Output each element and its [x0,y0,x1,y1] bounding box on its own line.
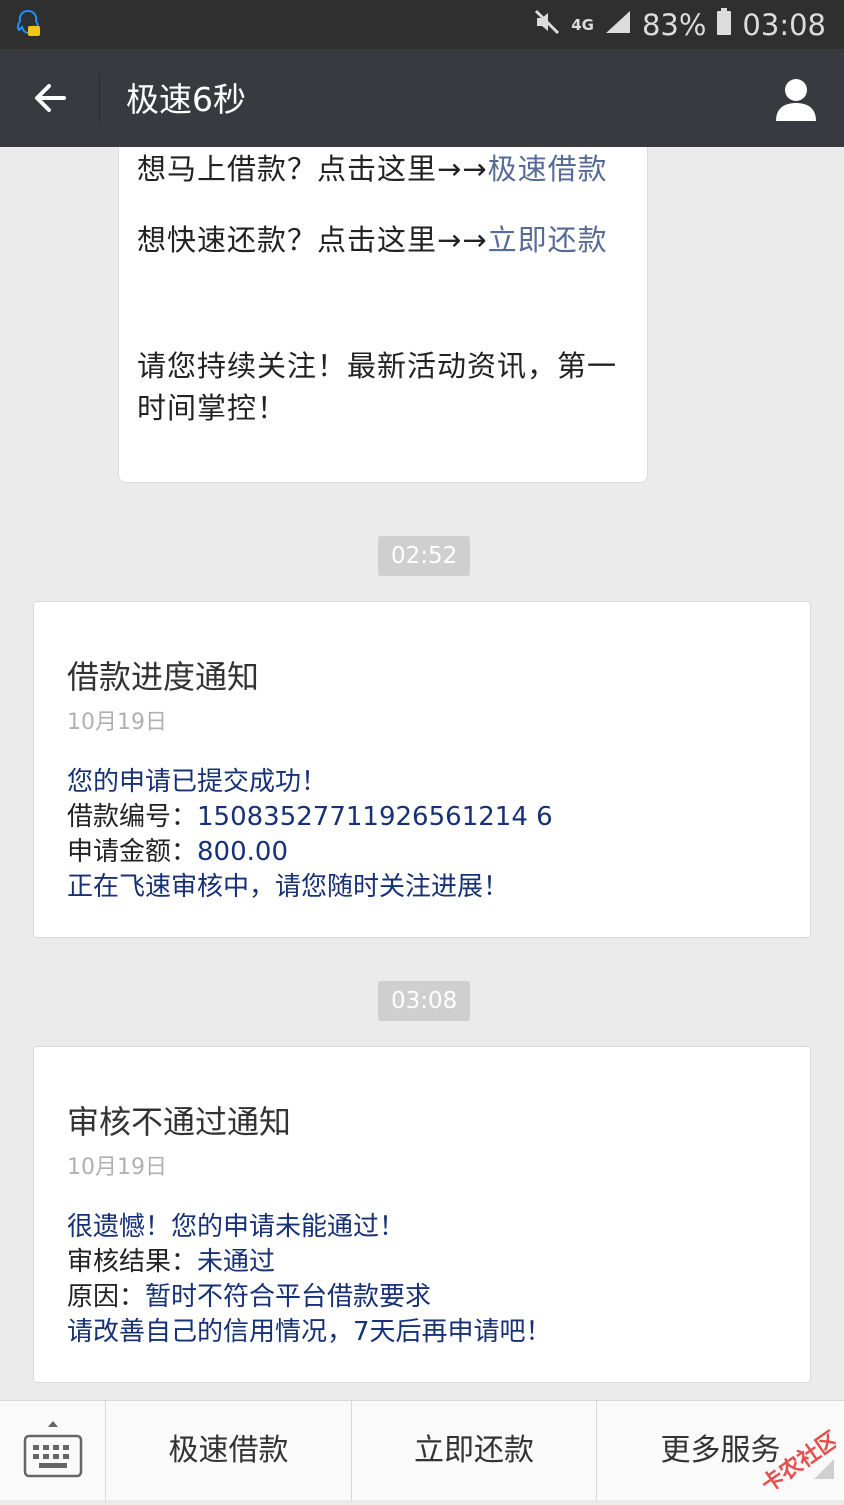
text-message-bubble: 想马上借款？点击这里→→极速借款 想快速还款？点击这里→→立即还款 请您持续关注… [118,147,648,483]
field-value: 15083527711926561214 6 [197,802,553,832]
card-field-result: 审核结果：未通过 [67,1241,275,1278]
card-field-amount: 申请金额：800.00 [67,831,288,868]
field-value: 暂时不符合平台借款要求 [145,1282,432,1312]
timestamp: 03:08 [378,981,471,1021]
card-field-reason: 原因：暂时不符合平台借款要求 [67,1276,431,1313]
menu-repay-now[interactable]: 立即还款 [352,1401,597,1501]
card-first-line: 很遗憾！您的申请未能通过！ [67,1212,406,1242]
bubble-paragraph-repay: 想快速还款？点击这里→→立即还款 [137,219,627,261]
card-remark: 正在飞速审核中，请您随时关注进展！ [67,872,510,902]
watermark-logo: 卡农社区 [736,1409,844,1498]
bubble-paragraph-follow: 请您持续关注！最新活动资讯，第一时间掌控！ [137,349,618,425]
mute-icon [533,8,561,43]
bubble-text: 想马上借款？点击这里→→ [137,152,488,186]
battery-percent: 83% [641,8,707,42]
field-label: 申请金额： [67,837,198,867]
field-value: 800.00 [197,837,288,867]
keyboard-toggle-button[interactable] [0,1401,106,1501]
card-date: 10月19日 [67,710,167,735]
card-title: 借款进度通知 [67,658,260,696]
link-quick-loan[interactable]: 极速借款 [488,152,608,186]
field-label: 原因： [67,1282,146,1312]
card-remark: 请改善自己的信用情况，7天后再申请吧！ [67,1317,552,1347]
field-label: 审核结果： [67,1247,198,1277]
bubble-paragraph-borrow: 想马上借款？点击这里→→极速借款 [137,148,627,190]
bottom-menu-bar: 极速借款 立即还款 更多服务 卡农社区 [0,1400,844,1501]
template-message-card[interactable]: 审核不通过通知 10月19日 很遗憾！您的申请未能通过！ 审核结果：未通过 原因… [33,1046,811,1383]
card-title: 审核不通过通知 [67,1103,292,1141]
template-message-card[interactable]: 借款进度通知 10月19日 您的申请已提交成功！ 借款编号：1508352771… [33,601,811,938]
battery-icon [716,7,732,43]
menu-quick-loan[interactable]: 极速借款 [106,1401,352,1501]
card-date: 10月19日 [67,1155,167,1180]
field-value: 未通过 [197,1247,276,1277]
network-type: 4G [571,16,594,34]
status-time: 03:08 [742,8,826,42]
status-indicators: 4G 83% 03:08 [533,6,826,44]
profile-icon[interactable] [774,77,818,121]
card-first-line: 您的申请已提交成功！ [67,767,328,797]
back-arrow-icon[interactable] [30,78,70,118]
qq-notification-icon [14,9,42,43]
card-field-loan-number: 借款编号：15083527711926561214 6 [67,796,553,833]
link-repay-now[interactable]: 立即还款 [488,223,608,257]
keyboard-icon [23,1421,83,1478]
field-label: 借款编号： [67,802,198,832]
navigation-bar: 极速6秒 [0,49,844,147]
chat-area[interactable]: 想马上借款？点击这里→→极速借款 想快速还款？点击这里→→立即还款 请您持续关注… [0,147,844,1400]
status-bar: 4G 83% 03:08 [0,0,844,49]
svg-text:卡农社区: 卡农社区 [757,1426,836,1489]
nav-divider [99,73,100,123]
signal-icon [604,8,632,42]
chat-title: 极速6秒 [126,80,246,119]
bubble-text: 想快速还款？点击这里→→ [137,223,488,257]
timestamp: 02:52 [378,536,471,576]
